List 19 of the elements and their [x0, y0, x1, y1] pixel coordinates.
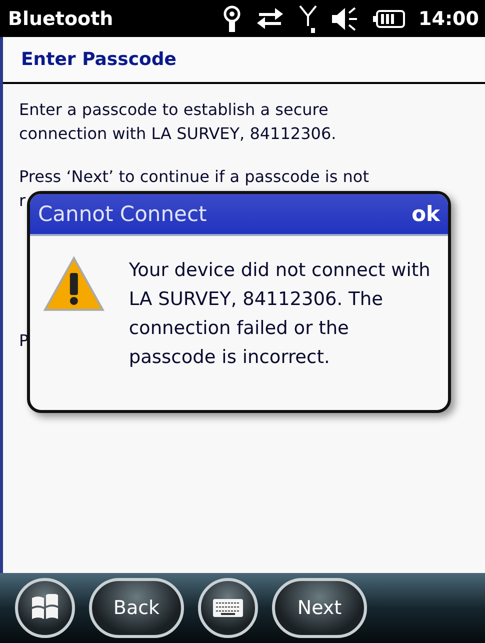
beacon-icon[interactable]: [222, 4, 241, 32]
next-button[interactable]: Next: [272, 578, 367, 638]
mute-speaker-icon[interactable]: [330, 6, 359, 32]
windows-flag-icon: [30, 594, 60, 622]
back-button[interactable]: Back: [89, 578, 184, 638]
ok-button[interactable]: ok: [412, 202, 440, 226]
page-title: Enter Passcode: [21, 49, 176, 70]
app-title: Bluetooth: [8, 8, 114, 30]
battery-icon[interactable]: [372, 10, 405, 28]
instruction-text: Press ‘Next’ to continue if a passcode is not: [19, 166, 370, 188]
sync-arrows-icon[interactable]: [254, 6, 285, 30]
antenna-icon[interactable]: [298, 4, 317, 32]
clock-time: 14:00: [418, 8, 479, 30]
keyboard-icon: [213, 599, 243, 617]
instruction-text: Enter a passcode to establish a secure connection with LA SURVEY, 84112306.: [19, 99, 338, 145]
dialog-title: Cannot Connect: [38, 202, 207, 226]
warning-icon: [43, 256, 105, 312]
partial-text: r: [19, 191, 26, 210]
error-message: Your device did not connect with LA SURVEY, 84112306. The connection failed or the passcode is incorrect.: [128, 259, 432, 370]
